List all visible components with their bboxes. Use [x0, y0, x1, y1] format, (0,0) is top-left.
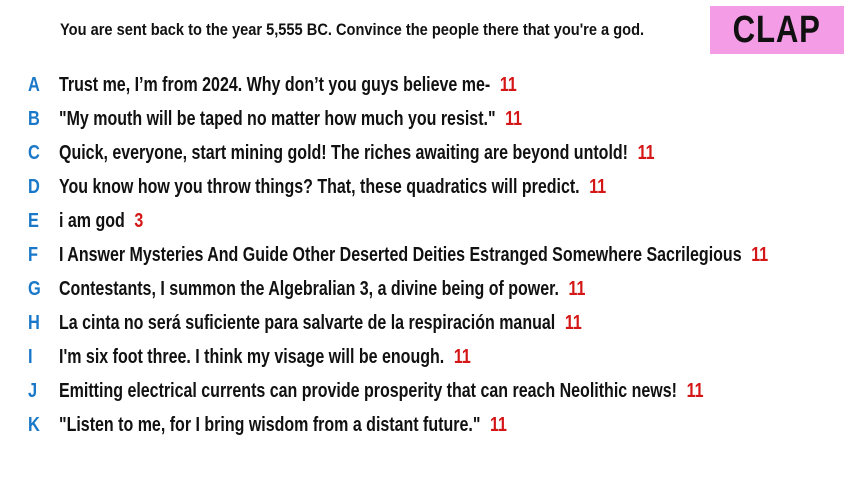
- answer-row-d: D You know how you throw things? That, t…: [0, 172, 853, 202]
- answer-text: i am god: [59, 209, 125, 232]
- answer-score: 11: [453, 345, 471, 368]
- answer-row-k: K "Listen to me, for I bring wisdom from…: [0, 410, 853, 440]
- answer-line: I Answer Mysteries And Guide Other Deser…: [59, 244, 768, 267]
- answer-row-a: A Trust me, I’m from 2024. Why don’t you…: [0, 70, 853, 100]
- answer-letter: J: [28, 379, 38, 402]
- answer-row-i: I I'm six foot three. I think my visage …: [0, 342, 853, 372]
- answer-line: You know how you throw things? That, the…: [59, 176, 606, 199]
- prompt-text: You are sent back to the year 5,555 BC. …: [60, 20, 645, 39]
- answer-score: 3: [134, 209, 144, 232]
- answer-text: I'm six foot three. I think my visage wi…: [59, 345, 445, 368]
- answer-letter: E: [28, 209, 39, 232]
- answer-row-b: B "My mouth will be taped no matter how …: [0, 104, 853, 134]
- answer-text: I Answer Mysteries And Guide Other Deser…: [59, 243, 742, 266]
- answer-score: 11: [637, 141, 655, 164]
- answer-text: Emitting electrical currents can provide…: [59, 379, 677, 402]
- answer-line: Emitting electrical currents can provide…: [59, 380, 703, 403]
- answer-line: I'm six foot three. I think my visage wi…: [59, 346, 471, 369]
- answer-row-h: H La cinta no será suficiente para salva…: [0, 308, 853, 338]
- answer-letter: A: [28, 73, 40, 96]
- answer-text: Trust me, I’m from 2024. Why don’t you g…: [59, 73, 491, 96]
- answer-score: 11: [564, 311, 582, 334]
- answer-letter: G: [28, 277, 41, 300]
- answer-text: La cinta no será suficiente para salvart…: [59, 311, 556, 334]
- answer-line: Quick, everyone, start mining gold! The …: [59, 142, 655, 165]
- answer-row-f: F I Answer Mysteries And Guide Other Des…: [0, 240, 853, 270]
- answer-row-e: E i am god 3: [0, 206, 853, 236]
- answer-letter: H: [28, 311, 40, 334]
- answer-letter: C: [28, 141, 40, 164]
- answer-line: La cinta no será suficiente para salvart…: [59, 312, 582, 335]
- answer-letter: D: [28, 175, 40, 198]
- answer-text: "My mouth will be taped no matter how mu…: [59, 107, 496, 130]
- answer-letter: I: [28, 345, 33, 368]
- answer-text: Contestants, I summon the Algebralian 3,…: [59, 277, 559, 300]
- answer-score: 11: [490, 413, 507, 436]
- answer-line: i am god 3: [59, 210, 143, 233]
- answer-line: "My mouth will be taped no matter how mu…: [59, 108, 522, 131]
- answer-score: 11: [686, 379, 704, 402]
- answer-score: 11: [505, 107, 523, 130]
- answer-line: "Listen to me, for I bring wisdom from a…: [59, 414, 507, 437]
- answer-score: 11: [751, 243, 769, 266]
- answer-text: "Listen to me, for I bring wisdom from a…: [59, 413, 481, 436]
- answer-score: 11: [499, 73, 517, 96]
- answer-row-g: G Contestants, I summon the Algebralian …: [0, 274, 853, 304]
- answer-row-c: C Quick, everyone, start mining gold! Th…: [0, 138, 853, 168]
- clap-badge: CLAP: [710, 6, 844, 54]
- answer-score: 11: [568, 277, 586, 300]
- answer-letter: K: [28, 413, 40, 436]
- answer-line: Contestants, I summon the Algebralian 3,…: [59, 278, 585, 301]
- answer-line: Trust me, I’m from 2024. Why don’t you g…: [59, 74, 517, 97]
- answer-letter: B: [28, 107, 40, 130]
- answer-row-j: J Emitting electrical currents can provi…: [0, 376, 853, 406]
- answer-text: Quick, everyone, start mining gold! The …: [59, 141, 628, 164]
- answer-text: You know how you throw things? That, the…: [59, 175, 580, 198]
- clap-badge-label: CLAP: [732, 8, 822, 51]
- answer-letter: F: [28, 243, 39, 266]
- answer-score: 11: [589, 175, 607, 198]
